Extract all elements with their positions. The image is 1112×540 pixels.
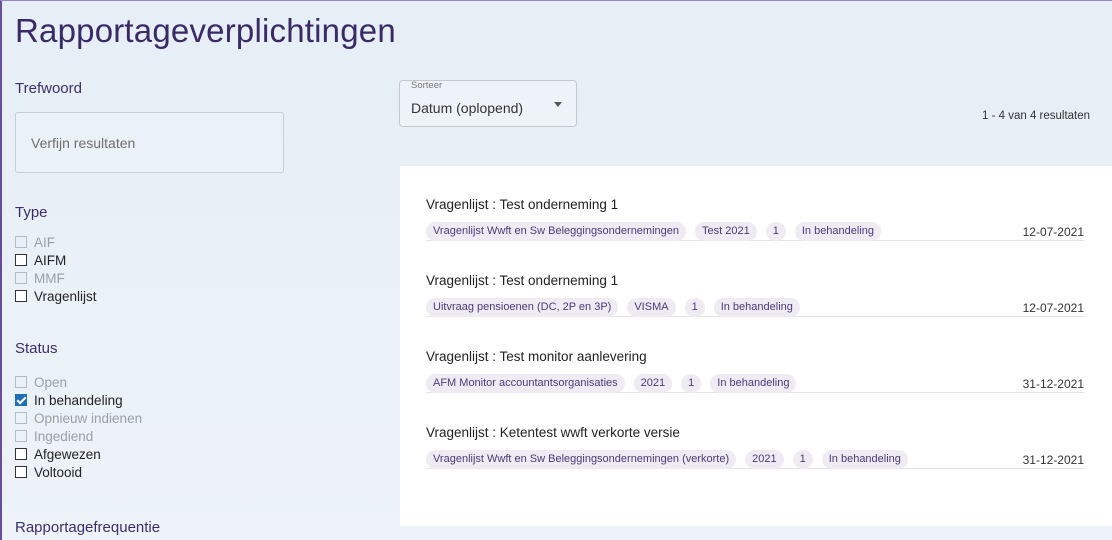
chevron-down-icon xyxy=(554,102,562,107)
result-tags: Uitvraag pensioenen (DC, 2P en 3P) VISMA 1… xyxy=(426,298,800,317)
type-filter-option[interactable]: AIFM xyxy=(15,251,97,269)
result-tag: Test 2021 xyxy=(695,222,757,241)
result-item[interactable]: Vragenlijst : Test onderneming 1 Uitvraag… xyxy=(426,242,1084,317)
status-filter-option[interactable]: Afgewezen xyxy=(15,445,142,463)
result-date: 31-12-2021 xyxy=(1022,453,1084,467)
checkbox xyxy=(15,272,27,284)
result-item[interactable]: Vragenlijst : Ketentest wwft verkorte ve… xyxy=(426,394,1084,469)
status-filter-option[interactable]: In behandeling xyxy=(15,391,142,409)
status-filter-label: Status xyxy=(15,340,58,357)
result-title[interactable]: Vragenlijst : Test onderneming 1 xyxy=(426,197,618,212)
result-tags: AFM Monitor accountantsorganisaties 2021 1… xyxy=(426,374,797,393)
result-date: 12-07-2021 xyxy=(1022,301,1084,315)
type-filter-option-label: AIF xyxy=(34,234,56,250)
type-filter-group: AIF AIFM MMF Vragenlijst xyxy=(15,233,97,305)
result-tag: 2021 xyxy=(745,450,784,469)
result-date: 12-07-2021 xyxy=(1022,225,1084,239)
type-filter-option-label: Vragenlijst xyxy=(34,288,97,304)
result-tag: Uitvraag pensioenen (DC, 2P en 3P) xyxy=(426,298,619,317)
checkbox xyxy=(15,376,27,388)
result-tag: In behandeling xyxy=(710,374,797,393)
checkbox[interactable] xyxy=(15,290,27,302)
results-list: Vragenlijst : Test onderneming 1 Vragenli… xyxy=(400,166,1112,526)
result-tag: 1 xyxy=(684,298,705,317)
result-title[interactable]: Vragenlijst : Test onderneming 1 xyxy=(426,273,618,288)
result-count: 1 - 4 van 4 resultaten xyxy=(982,110,1091,122)
result-title[interactable]: Vragenlijst : Test monitor aanlevering xyxy=(426,349,647,364)
checkbox[interactable] xyxy=(15,254,27,266)
type-filter-option: AIF xyxy=(15,233,97,251)
result-item[interactable]: Vragenlijst : Test monitor aanlevering AF… xyxy=(426,318,1084,393)
status-filter-option-label: Open xyxy=(34,374,68,390)
checkbox xyxy=(15,430,27,442)
result-date: 31-12-2021 xyxy=(1022,377,1084,391)
result-tags: Vragenlijst Wwft en Sw Beleggingsonderne… xyxy=(426,450,908,469)
status-filter-option-label: Voltooid xyxy=(34,464,83,480)
result-tag: Vragenlijst Wwft en Sw Beleggingsonderne… xyxy=(426,222,687,241)
result-tag: VISMA xyxy=(627,298,676,317)
keyword-label: Trefwoord xyxy=(15,80,82,97)
frame-border-left xyxy=(0,0,2,540)
result-tags: Vragenlijst Wwft en Sw Beleggingsonderne… xyxy=(426,222,882,241)
result-tag: 2021 xyxy=(633,374,673,393)
type-filter-option[interactable]: Vragenlijst xyxy=(15,287,97,305)
result-tag: 1 xyxy=(765,222,786,241)
sort-selected-value: Datum (oplopend) xyxy=(411,100,524,116)
keyword-search-input[interactable] xyxy=(15,112,284,173)
checkbox xyxy=(15,236,27,248)
checkbox[interactable] xyxy=(15,394,27,406)
status-filter-option: Ingediend xyxy=(15,427,142,445)
sort-select[interactable]: Sorteer Datum (oplopend) xyxy=(399,80,577,127)
status-filter-option: Opnieuw indienen xyxy=(15,409,142,427)
page-title: Rapportageverplichtingen xyxy=(15,12,396,49)
type-filter-option-label: AIFM xyxy=(34,252,67,268)
frame-border-top xyxy=(0,0,1112,1)
sort-legend: Sorteer xyxy=(411,80,443,91)
status-filter-group: Open In behandeling Opnieuw indienen Ingedi… xyxy=(15,373,142,481)
type-filter-option-label: MMF xyxy=(34,270,65,286)
status-filter-option-label: In behandeling xyxy=(34,392,123,408)
type-filter-option: MMF xyxy=(15,269,97,287)
result-item[interactable]: Vragenlijst : Test onderneming 1 Vragenli… xyxy=(426,166,1084,241)
status-filter-option: Open xyxy=(15,373,142,391)
result-tag: 1 xyxy=(681,374,702,393)
result-title[interactable]: Vragenlijst : Ketentest wwft verkorte ve… xyxy=(426,425,680,440)
result-tag: Vragenlijst Wwft en Sw Beleggingsonderne… xyxy=(426,450,737,469)
result-tag: 1 xyxy=(792,450,813,469)
result-tag: In behandeling xyxy=(713,298,800,317)
checkbox[interactable] xyxy=(15,466,27,478)
result-tag: In behandeling xyxy=(821,450,908,469)
result-tag: AFM Monitor accountantsorganisaties xyxy=(426,374,625,393)
type-filter-label: Type xyxy=(15,204,48,221)
status-filter-option-label: Afgewezen xyxy=(34,446,101,462)
status-filter-option-label: Opnieuw indienen xyxy=(34,410,143,426)
result-tag: In behandeling xyxy=(794,222,882,241)
status-filter-option[interactable]: Voltooid xyxy=(15,463,142,481)
status-filter-option-label: Ingediend xyxy=(34,428,94,444)
frequency-filter-label: Rapportagefrequentie xyxy=(15,519,161,536)
checkbox xyxy=(15,412,27,424)
checkbox[interactable] xyxy=(15,448,27,460)
